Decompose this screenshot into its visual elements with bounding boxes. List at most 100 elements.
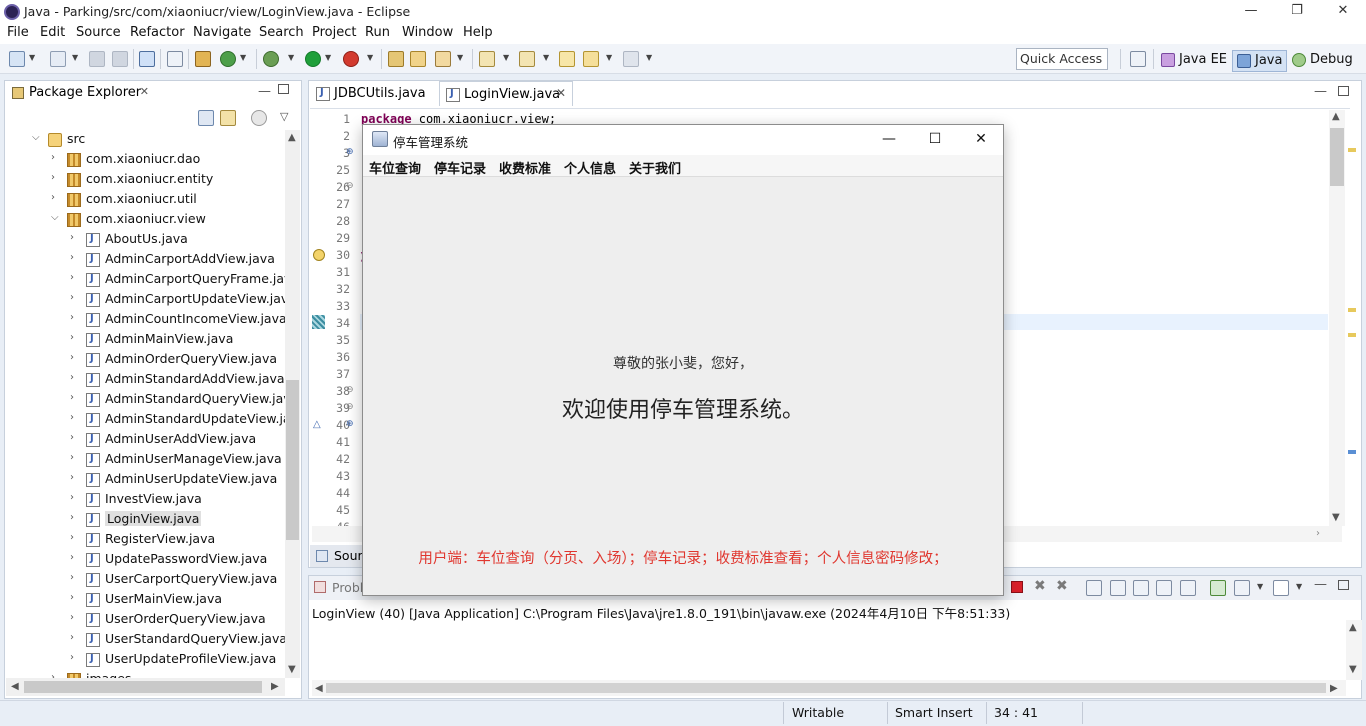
display-console-icon[interactable] [1234,580,1250,596]
warning-lightbulb-icon[interactable] [313,249,325,261]
collapse-all-icon[interactable] [198,110,214,126]
close-icon[interactable]: ✕ [556,86,566,100]
chevron-right-icon[interactable]: › [70,432,74,443]
chevron-right-icon[interactable]: › [51,172,55,183]
remove-launch-icon[interactable]: ✖ [1034,578,1046,594]
last-edit-icon[interactable] [559,51,575,67]
chevron-down-icon[interactable]: ⌵ [32,132,40,143]
overview-marker[interactable] [1348,333,1356,337]
console-icon[interactable] [139,51,155,67]
open-folder-icon[interactable] [410,51,426,67]
scroll-down-icon[interactable]: ▼ [1349,664,1357,675]
scroll-right-icon[interactable]: › [1316,528,1320,539]
new-project-icon[interactable] [50,51,66,67]
chevron-right-icon[interactable]: › [70,232,74,243]
java-file-item[interactable]: › RegisterView.java [10,530,282,550]
menu-personal-info[interactable]: 个人信息 [564,158,616,177]
focus-task-icon[interactable] [251,110,267,126]
tab-jdbcutils[interactable]: JDBCUtils.java [310,81,438,106]
java-file-item[interactable]: › AdminCountIncomeView.java [10,310,287,330]
package-item[interactable]: › com.xiaoniucr.dao [10,150,282,170]
menu-refactor[interactable]: Refactor [130,25,185,40]
scroll-down-icon[interactable]: ▼ [1332,512,1340,523]
save-all-icon[interactable] [112,51,128,67]
chevron-right-icon[interactable]: › [70,352,74,363]
chevron-right-icon[interactable]: › [70,252,74,263]
previous-annotation-icon[interactable] [519,51,535,67]
menu-run[interactable]: Run [365,25,390,40]
run-icon[interactable] [305,51,321,67]
chevron-down-icon[interactable]: ⌵ [51,212,59,223]
save-icon[interactable] [89,51,105,67]
chevron-right-icon[interactable]: › [70,312,74,323]
chevron-right-icon[interactable]: › [70,412,74,423]
java-file-item[interactable]: › AdminUserManageView.java [10,450,282,470]
debug-dropdown-icon[interactable]: ▼ [288,53,294,62]
next-annotation-icon[interactable] [479,51,495,67]
menu-project[interactable]: Project [312,25,356,40]
pen-dropdown-icon[interactable]: ▼ [457,53,463,62]
minimize-button[interactable]: — [1228,0,1274,24]
clear-console-icon[interactable] [1086,580,1102,596]
maximize-editor-icon[interactable] [1338,86,1349,96]
refresh-icon[interactable] [220,51,236,67]
chevron-right-icon[interactable]: › [70,292,74,303]
fold-expand-icon[interactable]: ⊕ [346,419,354,429]
java-file-item[interactable]: › AdminUserAddView.java [10,430,282,450]
java-file-item[interactable]: › AdminStandardAddView.java [10,370,285,390]
pen-icon[interactable] [435,51,451,67]
menu-window[interactable]: Window [402,25,453,40]
chevron-right-icon[interactable]: › [70,452,74,463]
show-on-error-icon[interactable] [1180,580,1196,596]
quick-access-input[interactable]: Quick Access [1016,48,1108,70]
dialog-maximize-button[interactable]: ☐ [912,125,958,155]
java-file-item[interactable]: › LoginView.java [10,510,282,530]
external-tools-icon[interactable] [343,51,359,67]
package-item[interactable]: › com.xiaoniucr.util [10,190,282,210]
scroll-lock-icon[interactable] [1110,580,1126,596]
fold-collapse-icon[interactable]: ⊖ [346,385,354,395]
back-dropdown-icon[interactable]: ▼ [606,53,612,62]
tab-problems[interactable]: Probl [332,580,363,595]
menu-edit[interactable]: Edit [40,25,65,40]
open-perspective-icon[interactable] [1130,51,1146,67]
scroll-right-icon[interactable]: ▶ [271,681,279,692]
chevron-right-icon[interactable]: › [51,192,55,203]
java-file-item[interactable]: › AdminUserUpdateView.java [10,470,282,490]
package-item[interactable]: › com.xiaoniucr.entity [10,170,282,190]
restore-button[interactable]: ❐ [1274,0,1320,24]
word-wrap-icon[interactable] [1133,580,1149,596]
chevron-right-icon[interactable]: › [70,272,74,283]
chevron-right-icon[interactable]: › [70,552,74,563]
chevron-right-icon[interactable]: › [70,572,74,583]
java-file-item[interactable]: › AdminStandardQueryView.java [10,390,298,410]
menu-parking-records[interactable]: 停车记录 [434,158,486,177]
chevron-right-icon[interactable]: › [70,332,74,343]
perspective-debug[interactable]: Debug [1288,50,1357,72]
open-console-icon[interactable] [1273,580,1289,596]
chevron-right-icon[interactable]: › [70,372,74,383]
java-file-item[interactable]: › UserMainView.java [10,590,282,610]
menu-navigate[interactable]: Navigate [193,25,251,40]
pin-console-icon[interactable] [1210,580,1226,596]
close-icon[interactable]: ✕ [140,85,149,98]
overview-marker[interactable] [1348,308,1356,312]
minimize-view-icon[interactable]: — [258,84,271,99]
refresh-dropdown-icon[interactable]: ▼ [240,53,246,62]
java-file-item[interactable]: › AdminCarportQueryFrame.java [10,270,299,290]
perspective-java[interactable]: Java [1232,50,1288,72]
java-file-item[interactable]: › UserCarportQueryView.java [10,570,282,590]
chevron-right-icon[interactable]: › [70,392,74,403]
tab-loginview[interactable]: LoginView.java ✕ [439,81,573,106]
view-menu-icon[interactable]: ▽ [280,110,288,123]
chevron-right-icon[interactable]: › [70,632,74,643]
scroll-left-icon[interactable]: ◀ [315,683,323,694]
fold-expand-icon[interactable]: ⊕ [346,147,354,157]
scrollbar-thumb[interactable] [1330,128,1344,186]
forward-icon[interactable] [623,51,639,67]
menu-carport-query[interactable]: 车位查询 [369,158,421,177]
back-icon[interactable] [583,51,599,67]
minimize-console-icon[interactable]: — [1314,577,1327,592]
open-console-dropdown-icon[interactable]: ▼ [1296,582,1302,591]
maximize-console-icon[interactable] [1338,580,1349,590]
